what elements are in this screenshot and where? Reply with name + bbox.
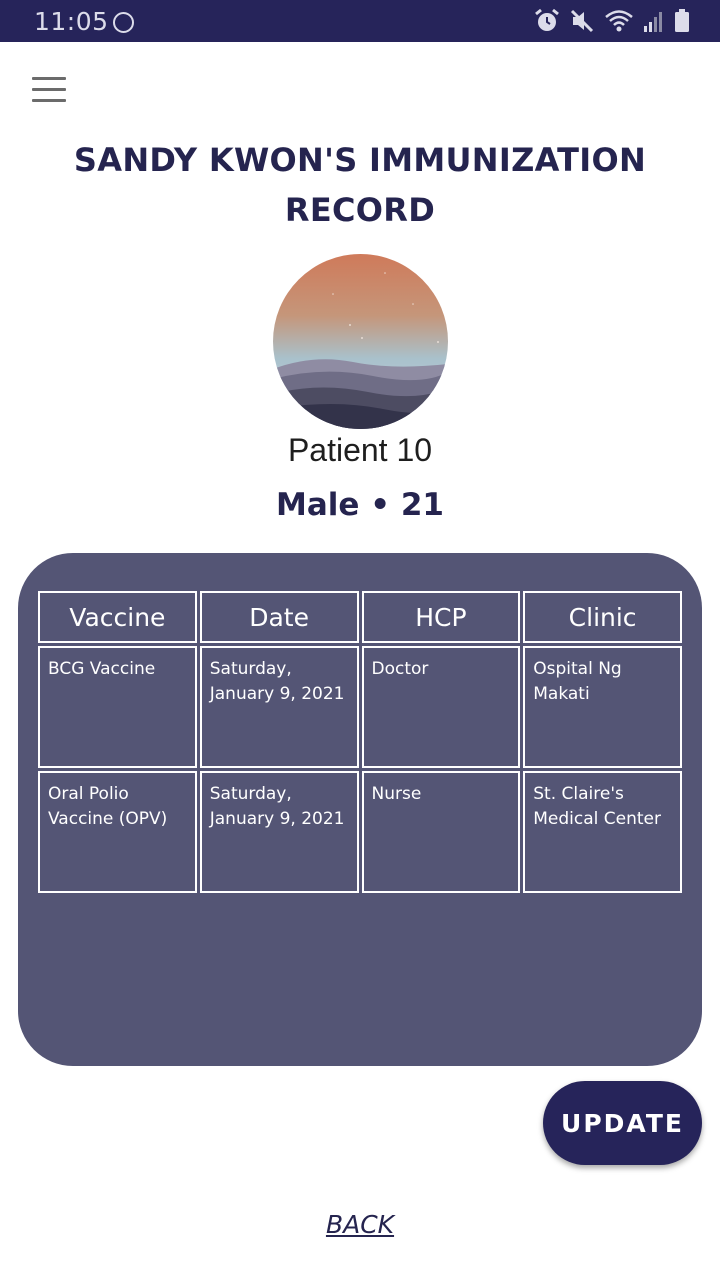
page-title: SANDY KWON'S IMMUNIZATION RECORD <box>73 141 647 229</box>
battery-icon <box>675 9 689 32</box>
wifi-icon <box>605 10 633 32</box>
status-time: 11:05 <box>34 7 109 36</box>
back-link[interactable]: BACK <box>260 1210 460 1239</box>
table-header-row: Vaccine Date HCP Clinic <box>38 591 682 643</box>
status-icons <box>534 8 690 34</box>
status-bar: 11:05 <box>0 0 720 42</box>
column-header-date: Date <box>199 591 359 643</box>
table-row: Oral Polio Vaccine (OPV) Saturday, Janua… <box>38 771 682 893</box>
signal-icon <box>644 12 662 32</box>
cell-hcp: Nurse <box>361 771 521 893</box>
column-header-vaccine: Vaccine <box>38 591 197 643</box>
cell-hcp: Doctor <box>361 646 521 768</box>
circle-icon <box>113 12 134 33</box>
patient-name: Patient 10 <box>287 432 433 468</box>
cell-clinic: Ospital Ng Makati <box>523 646 682 768</box>
cell-date: Saturday, January 9, 2021 <box>199 646 359 768</box>
column-header-hcp: HCP <box>361 591 521 643</box>
cell-vaccine: BCG Vaccine <box>38 646 197 768</box>
immunization-table: Vaccine Date HCP Clinic BCG Vaccine Satu… <box>35 588 685 896</box>
avatar <box>273 254 448 429</box>
mute-icon <box>570 9 594 33</box>
table-row: BCG Vaccine Saturday, January 9, 2021 Do… <box>38 646 682 768</box>
cell-date: Saturday, January 9, 2021 <box>199 771 359 893</box>
alarm-icon <box>535 8 559 31</box>
cell-vaccine: Oral Polio Vaccine (OPV) <box>38 771 197 893</box>
update-button[interactable]: UPDATE <box>543 1081 702 1165</box>
column-header-clinic: Clinic <box>523 591 682 643</box>
hamburger-menu-icon[interactable] <box>32 77 66 103</box>
cell-clinic: St. Claire's Medical Center <box>523 771 682 893</box>
patient-gender-age: Male • 21 <box>276 487 444 523</box>
immunization-record-card: Vaccine Date HCP Clinic BCG Vaccine Satu… <box>18 553 702 1066</box>
